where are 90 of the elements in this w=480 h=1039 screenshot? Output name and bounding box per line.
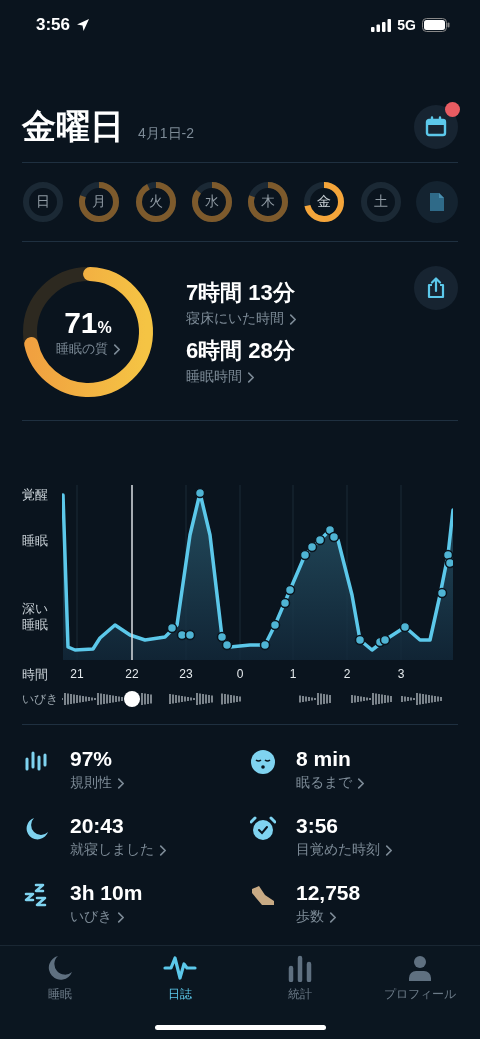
stat-value: 97%: [70, 747, 114, 771]
chevron-icon: [289, 313, 296, 325]
share-button[interactable]: [414, 266, 458, 310]
data-point: [306, 541, 318, 553]
battery-icon: [422, 18, 450, 32]
sleepy-face-icon: [250, 749, 276, 775]
data-point: [444, 557, 453, 569]
stat-value: 8 min: [296, 747, 352, 771]
date-label: 4月1日-2: [138, 125, 195, 143]
stage-label: 睡眠: [22, 533, 48, 550]
bar-chart-icon: [287, 954, 313, 982]
calendar-button[interactable]: [414, 105, 458, 149]
network-label: 5G: [397, 17, 416, 33]
quality-value: 71%: [64, 306, 112, 340]
data-point: [216, 631, 228, 643]
hour-tick: 3: [397, 667, 405, 681]
tab[interactable]: 日誌: [120, 954, 240, 1008]
data-point: [379, 634, 391, 646]
data-point: [436, 587, 448, 599]
data-point: [184, 629, 196, 641]
day-ring[interactable]: 水: [190, 181, 233, 223]
data-point: [166, 622, 178, 634]
hour-tick: 2: [343, 667, 351, 681]
data-point: [299, 549, 311, 561]
chevron-icon: [117, 911, 124, 923]
signal-icon: [371, 18, 392, 32]
alarm-clock-icon: [250, 816, 276, 842]
day-title: 金曜日: [22, 106, 124, 147]
data-point: [442, 549, 453, 561]
data-point: [314, 534, 326, 546]
stat-link[interactable]: 目覚めた時刻: [296, 841, 392, 859]
chevron-icon: [247, 371, 254, 383]
day-ring[interactable]: 火: [134, 181, 177, 223]
stage-label: 深い睡眠: [22, 601, 49, 634]
day-ring[interactable]: 月: [78, 181, 121, 223]
duration-value: 6時間 28分: [186, 337, 296, 365]
quality-link[interactable]: 睡眠の質: [56, 340, 120, 358]
snore-label: いびき: [22, 690, 59, 708]
hour-tick: 0: [236, 667, 244, 681]
tab[interactable]: 睡眠: [0, 954, 120, 1008]
data-point: [194, 487, 206, 499]
tab[interactable]: プロフィール: [360, 954, 480, 1008]
stat-value: 3:56: [296, 814, 340, 838]
data-point: [221, 639, 233, 651]
duration-value: 7時間 13分: [186, 279, 296, 307]
data-point: [279, 597, 291, 609]
chevron-icon: [117, 777, 124, 789]
location-icon: [76, 18, 91, 32]
hour-tick: 21: [70, 667, 84, 681]
document-icon: [428, 192, 445, 212]
data-point: [399, 621, 411, 633]
data-point: [354, 634, 366, 646]
chevron-icon: [159, 844, 166, 856]
wave-icon: [163, 954, 197, 982]
share-icon: [426, 277, 446, 299]
chevron-icon: [329, 911, 336, 923]
stat-value: 20:43: [70, 814, 125, 838]
tab[interactable]: 統計: [240, 954, 360, 1008]
data-point: [284, 584, 296, 596]
data-point: [259, 639, 271, 651]
day-ring[interactable]: 土: [359, 181, 402, 223]
chevron-icon: [113, 343, 120, 355]
stat-link[interactable]: いびき: [70, 908, 124, 926]
hour-tick: 23: [179, 667, 193, 681]
status-time: 3:56: [36, 15, 71, 35]
day-ring[interactable]: 日: [22, 181, 64, 223]
day-ring[interactable]: 木: [247, 181, 290, 223]
stat-link[interactable]: 就寝しました: [70, 841, 166, 859]
duration-link[interactable]: 睡眠時間: [186, 368, 254, 386]
stat-link[interactable]: 眠るまで: [296, 774, 364, 792]
stat-value: 12,758: [296, 881, 361, 905]
chevron-icon: [357, 777, 364, 789]
duration-link[interactable]: 寝床にいた時間: [186, 310, 296, 328]
stat-link[interactable]: 歩数: [296, 908, 336, 926]
stage-label: 覚醒: [22, 487, 48, 504]
hour-tick: 22: [125, 667, 139, 681]
stat-link[interactable]: 規則性: [70, 774, 124, 792]
time-axis-label: 時間: [22, 666, 49, 684]
person-icon: [406, 954, 434, 982]
data-point: [328, 531, 340, 543]
moon-icon: [46, 954, 74, 982]
report-button[interactable]: [415, 181, 458, 223]
stat-value: 3h 10m: [70, 881, 143, 905]
data-point: [269, 619, 281, 631]
chevron-icon: [385, 844, 392, 856]
scrubber-handle[interactable]: [124, 691, 140, 707]
hour-tick: 1: [289, 667, 297, 681]
calendar-icon: [425, 116, 447, 138]
moon-icon: [24, 816, 50, 842]
day-ring[interactable]: 金: [303, 181, 346, 223]
